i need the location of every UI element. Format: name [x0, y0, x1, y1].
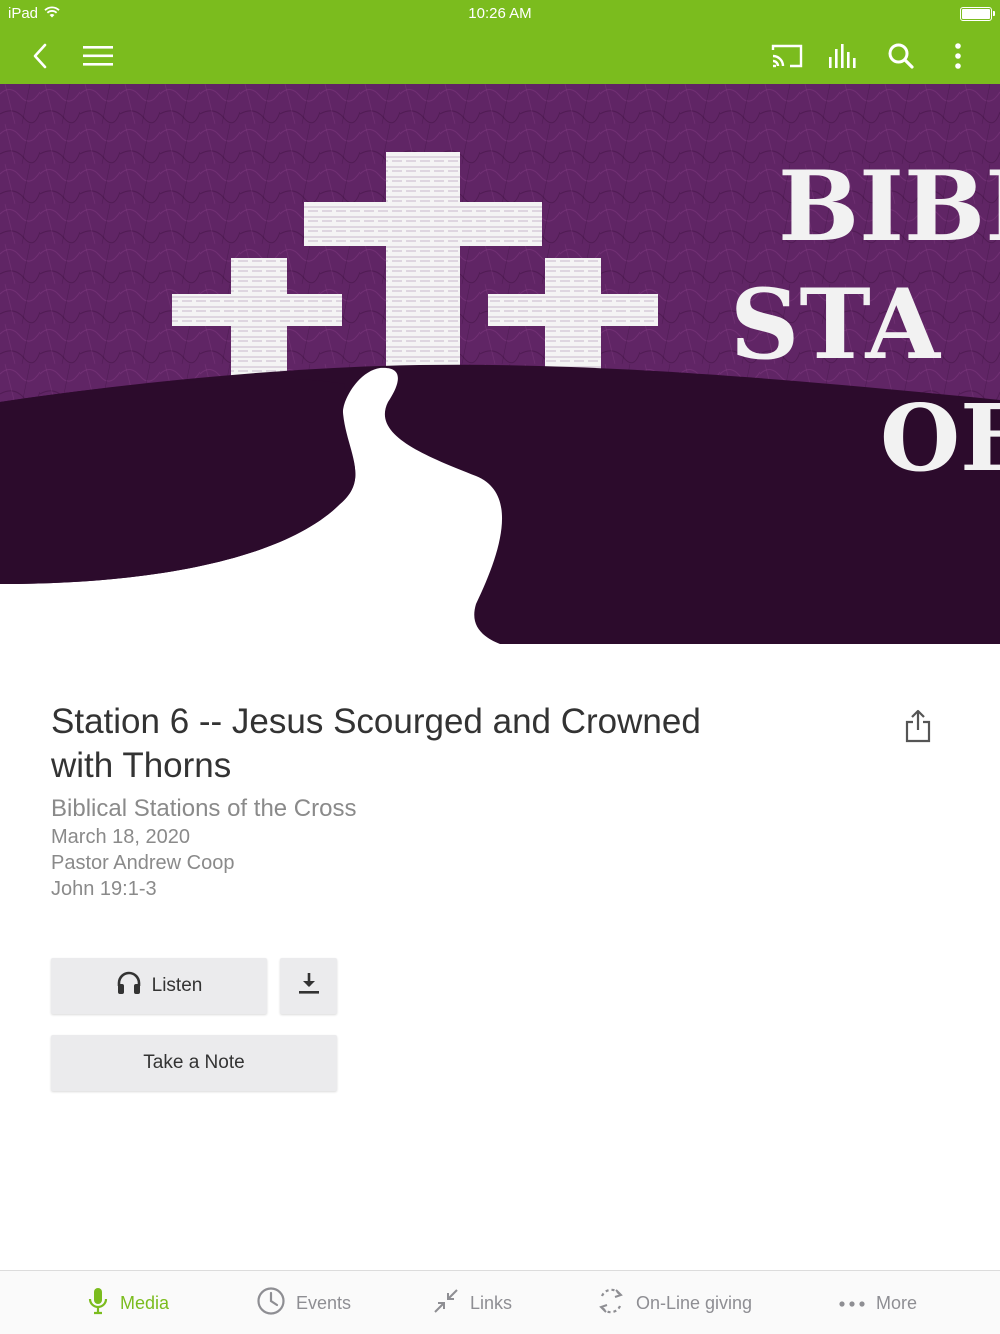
sync-icon: [596, 1286, 626, 1321]
ellipsis-icon: [838, 1293, 866, 1314]
shrink-arrows-icon: [432, 1287, 460, 1320]
tab-media[interactable]: Media: [86, 1281, 169, 1325]
menu-icon[interactable]: [76, 34, 120, 78]
tab-label: Links: [470, 1292, 513, 1313]
tab-bar: Media Events Links On-Line giving More: [0, 1270, 1000, 1334]
share-icon[interactable]: [898, 706, 938, 746]
cast-icon[interactable]: [765, 34, 809, 78]
download-button[interactable]: [280, 958, 337, 1014]
sermon-date: March 18, 2020: [51, 826, 190, 848]
navigation-bar: [0, 28, 1000, 84]
artwork-text-line-2: STA: [730, 268, 942, 381]
take-note-button[interactable]: Take a Note: [51, 1035, 337, 1091]
search-icon[interactable]: [879, 34, 923, 78]
tab-label: Events: [296, 1292, 352, 1313]
tab-label: More: [876, 1292, 918, 1313]
tab-more[interactable]: More: [838, 1281, 917, 1325]
status-bar: iPad 10:26 AM: [0, 0, 1000, 28]
sermon-title: Station 6 -- Jesus Scourged and Crowned …: [51, 702, 701, 785]
listen-button[interactable]: Listen: [51, 958, 267, 1014]
listen-label: Listen: [151, 975, 203, 996]
clock-icon: [256, 1286, 286, 1321]
sermon-speaker[interactable]: Pastor Andrew Coop: [51, 850, 871, 876]
microphone-icon: [86, 1286, 110, 1321]
artwork-text-line-1: BIBL: [778, 150, 1000, 263]
take-note-label: Take a Note: [143, 1052, 245, 1073]
status-time: 10:26 AM: [468, 5, 532, 22]
back-chevron-icon[interactable]: [18, 34, 62, 78]
download-icon: [298, 971, 320, 1001]
sermon-series[interactable]: Biblical Stations of the Cross: [51, 794, 871, 824]
sermon-details: Station 6 -- Jesus Scourged and Crowned …: [51, 700, 871, 902]
audio-levels-icon[interactable]: [822, 34, 866, 78]
sermon-scripture[interactable]: John 19:1-3: [51, 876, 871, 902]
tab-links[interactable]: Links: [432, 1281, 512, 1325]
tab-online-giving[interactable]: On-Line giving: [596, 1281, 752, 1325]
tab-events[interactable]: Events: [256, 1281, 351, 1325]
tab-label: On-Line giving: [636, 1292, 753, 1313]
battery-icon: [960, 7, 995, 21]
artwork-text-line-3: OF: [880, 384, 1000, 492]
more-vertical-icon[interactable]: [936, 34, 980, 78]
sermon-artwork: BIBL STA OF: [0, 84, 1000, 644]
tab-label: Media: [120, 1292, 170, 1313]
headphones-icon: [116, 971, 142, 1001]
